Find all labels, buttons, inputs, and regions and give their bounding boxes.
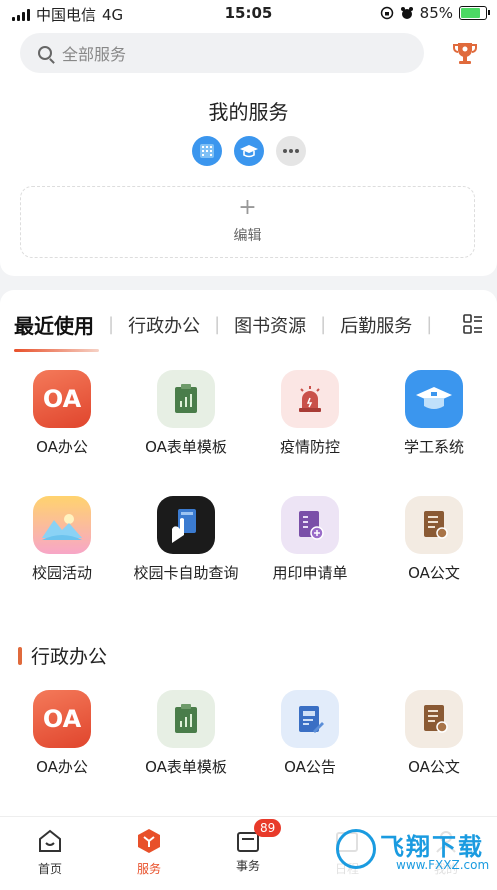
tab-library[interactable]: 图书资源 [234, 312, 306, 338]
app-campus-activities[interactable]: 校园活动 [2, 496, 122, 583]
more-icon[interactable] [276, 136, 306, 166]
tab-recent[interactable]: 最近使用 [14, 310, 94, 339]
app-oa-document-2[interactable]: OA公文 [374, 690, 494, 777]
edit-services-button[interactable]: + 编辑 [20, 186, 475, 258]
edit-label: 编辑 [233, 228, 262, 244]
battery-percent: 85% [419, 4, 453, 22]
plus-icon: + [238, 195, 257, 220]
graduation-cap-icon[interactable] [234, 136, 264, 166]
form-template-icon [157, 690, 215, 748]
category-grid-icon[interactable] [463, 314, 483, 334]
oa-icon: OA [33, 690, 91, 748]
landscape-icon [33, 496, 91, 554]
watermark-logo-icon [336, 829, 376, 869]
tab-admin-office[interactable]: 行政办公 [128, 312, 200, 338]
nav-home[interactable]: 首页 [10, 827, 90, 877]
category-tabs: 最近使用 | 行政办公 | 图书资源 | 后勤服务 | [14, 310, 446, 339]
my-services-icons [192, 136, 306, 166]
form-template-icon [157, 370, 215, 428]
section-title-admin: 行政办公 [18, 642, 107, 669]
search-bar[interactable]: 全部服务 [20, 33, 424, 73]
app-student-affairs[interactable]: 学工系统 [374, 370, 494, 457]
app-epidemic-control[interactable]: 疫情防控 [250, 370, 370, 457]
home-icon [39, 829, 61, 852]
lock-rotation-icon [380, 6, 393, 20]
alarm-icon [281, 370, 339, 428]
search-icon [38, 46, 52, 60]
services-panel: 最近使用 | 行政办公 | 图书资源 | 后勤服务 | OA OA办公 OA表单… [0, 290, 497, 890]
app-oa-document[interactable]: OA公文 [374, 496, 494, 583]
nav-tasks[interactable]: 89 事务 [208, 819, 288, 874]
card-icon [157, 496, 215, 554]
battery-icon [459, 6, 490, 20]
status-bar: 中国电信 4G 15:05 85% [0, 0, 497, 26]
document-icon [405, 496, 463, 554]
app-oa-form-template[interactable]: OA表单模板 [126, 370, 246, 457]
app-campus-card[interactable]: 校园卡自助查询 [126, 496, 246, 583]
document-icon [405, 690, 463, 748]
service-icon [138, 829, 160, 853]
app-oa-form-template-2[interactable]: OA表单模板 [126, 690, 246, 777]
announcement-icon [281, 690, 339, 748]
app-oa-office[interactable]: OA OA办公 [2, 370, 122, 457]
tasks-badge: 89 [254, 819, 282, 837]
search-placeholder: 全部服务 [62, 45, 127, 64]
nav-service[interactable]: 服务 [109, 827, 189, 877]
watermark: 飞翔下载 www.FXXZ.com [330, 823, 490, 878]
my-services-title: 我的服务 [208, 100, 289, 124]
top-card: 全部服务 我的服务 + 编辑 [0, 26, 497, 276]
alarm-clock-icon [400, 7, 413, 19]
active-tab-indicator [14, 349, 99, 352]
oa-icon: OA [33, 370, 91, 428]
app-oa-office-2[interactable]: OA OA办公 [2, 690, 122, 777]
seal-application-icon [281, 496, 339, 554]
building-icon[interactable] [192, 136, 222, 166]
tab-logistics[interactable]: 后勤服务 [340, 312, 412, 338]
trophy-icon[interactable] [451, 40, 479, 68]
graduation-cap-icon [405, 370, 463, 428]
app-oa-announcement[interactable]: OA公告 [250, 690, 370, 777]
app-seal-application[interactable]: 用印申请单 [250, 496, 370, 583]
